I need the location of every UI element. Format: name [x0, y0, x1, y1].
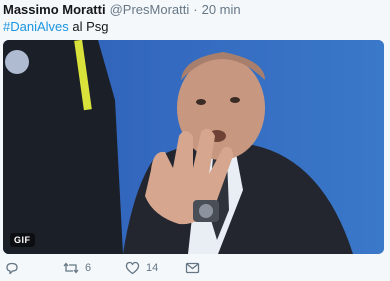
- retweet-count: 6: [85, 262, 92, 274]
- like-count: 14: [146, 262, 159, 274]
- tweet-text-rest: al Psg: [68, 19, 109, 34]
- reply-icon: [5, 261, 19, 275]
- tweet-timestamp[interactable]: 20 min: [202, 2, 241, 17]
- author-name[interactable]: Massimo Moratti: [3, 2, 106, 17]
- like-icon: [125, 261, 140, 275]
- retweet-button[interactable]: 6: [63, 258, 91, 278]
- tweet-card[interactable]: Massimo Moratti @PresMoratti · 20 min #Dani…: [0, 0, 390, 281]
- tweet-header: Massimo Moratti @PresMoratti · 20 min: [3, 2, 241, 18]
- direct-message-button[interactable]: [185, 258, 200, 278]
- tweet-media-gif[interactable]: GIF: [3, 40, 384, 254]
- retweet-icon: [63, 261, 79, 275]
- message-icon: [185, 261, 200, 275]
- tweet-actions: 6 14: [0, 258, 390, 278]
- meta-separator: ·: [193, 2, 198, 17]
- tweet-text: #DaniAlves al Psg: [3, 19, 109, 35]
- gif-badge: GIF: [10, 233, 35, 247]
- reply-button[interactable]: [5, 258, 19, 278]
- hashtag-link[interactable]: #DaniAlves: [3, 19, 69, 34]
- like-button[interactable]: 14: [125, 258, 158, 278]
- gif-frame-illustration: [3, 40, 384, 254]
- author-handle[interactable]: @PresMoratti: [110, 2, 190, 17]
